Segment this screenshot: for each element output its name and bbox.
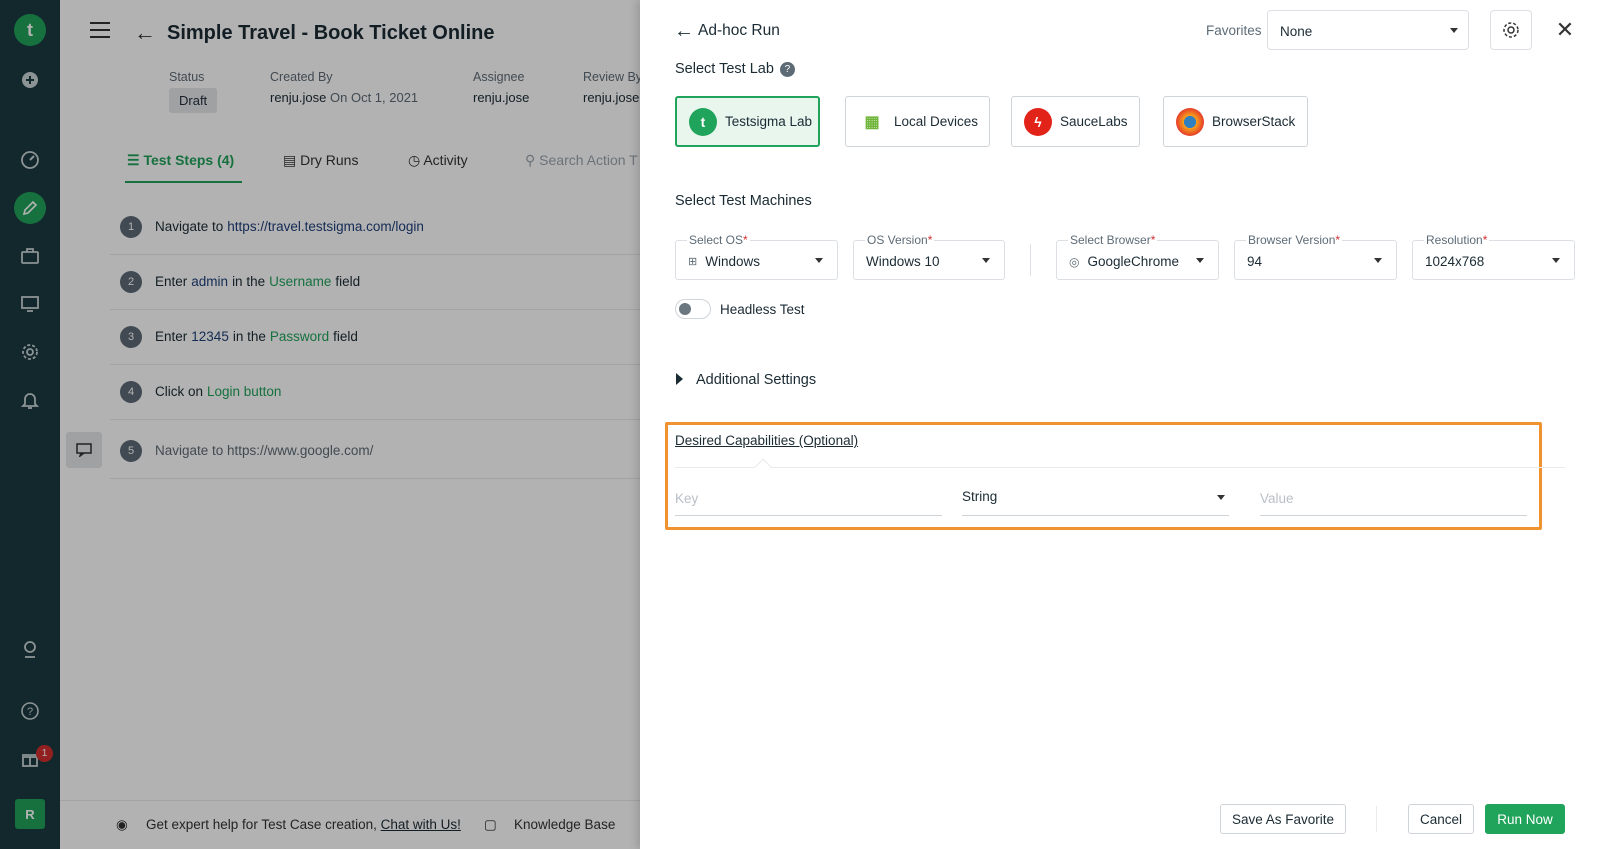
lab-browserstack[interactable]: BrowserStack xyxy=(1163,96,1308,147)
select-os-field[interactable]: Select OS* ⊞ Windows xyxy=(675,233,838,280)
lab-label: Testsigma Lab xyxy=(725,114,813,129)
lab-local-devices[interactable]: ▦ Local Devices xyxy=(845,96,990,147)
field-label: Select Browser* xyxy=(1068,233,1158,247)
lab-label: BrowserStack xyxy=(1212,114,1296,129)
testsigma-lab-icon: t xyxy=(689,107,717,136)
field-value: ⊞ Windows xyxy=(688,254,760,269)
divider xyxy=(1030,244,1031,276)
select-test-machines-title: Select Test Machines xyxy=(675,193,812,209)
capabilities-tab[interactable]: Desired Capabilities (Optional) xyxy=(675,433,858,448)
chevron-down-icon xyxy=(1217,495,1225,500)
field-value: 1024x768 xyxy=(1425,254,1485,269)
chevron-down-icon xyxy=(982,258,990,263)
capability-type-select[interactable]: String xyxy=(962,482,1229,516)
caret-right-icon[interactable] xyxy=(676,373,683,385)
type-value: String xyxy=(962,489,998,504)
divider xyxy=(675,467,1565,468)
browser-version-field[interactable]: Browser Version* 94 xyxy=(1234,233,1397,280)
chevron-down-icon xyxy=(1450,28,1458,33)
gear-icon[interactable] xyxy=(1490,10,1532,50)
lab-label: Local Devices xyxy=(894,114,979,129)
select-test-lab-title: Select Test Lab? xyxy=(675,61,795,77)
key-placeholder: Key xyxy=(675,491,699,506)
favorites-value: None xyxy=(1280,24,1313,39)
field-value: 94 xyxy=(1247,254,1263,269)
field-value: ◎ GoogleChrome xyxy=(1069,254,1180,269)
capability-value-input[interactable]: Value xyxy=(1260,482,1527,516)
local-devices-icon: ▦ xyxy=(858,107,886,136)
lab-saucelabs[interactable]: ϟ SauceLabs xyxy=(1011,96,1140,147)
saucelabs-icon: ϟ xyxy=(1024,107,1052,136)
close-icon[interactable]: ✕ xyxy=(1553,17,1577,42)
chevron-down-icon xyxy=(1552,258,1560,263)
cancel-button[interactable]: Cancel xyxy=(1408,804,1474,834)
os-version-field[interactable]: OS Version* Windows 10 xyxy=(853,233,1005,280)
browserstack-icon xyxy=(1176,107,1204,136)
chevron-down-icon xyxy=(1196,258,1204,263)
capability-key-input[interactable]: Key xyxy=(675,482,942,516)
headless-toggle[interactable] xyxy=(675,299,711,319)
value-placeholder: Value xyxy=(1260,491,1294,506)
lab-testsigma[interactable]: t Testsigma Lab xyxy=(675,96,820,147)
adhoc-run-drawer: ← Ad-hoc Run Favorites None ✕ Select Tes… xyxy=(640,0,1600,849)
back-arrow-icon[interactable]: ← xyxy=(674,20,694,43)
run-now-button[interactable]: Run Now xyxy=(1485,804,1565,834)
field-label: Select OS* xyxy=(687,233,750,247)
chevron-down-icon xyxy=(1374,258,1382,263)
favorites-select[interactable]: None xyxy=(1267,10,1469,50)
field-value: Windows 10 xyxy=(866,254,940,269)
save-as-favorite-button[interactable]: Save As Favorite xyxy=(1220,804,1346,834)
favorites-label: Favorites xyxy=(1206,23,1262,38)
lab-label: SauceLabs xyxy=(1060,114,1128,129)
drawer-title: Ad-hoc Run xyxy=(698,22,780,39)
toggle-knob xyxy=(679,303,691,315)
select-browser-field[interactable]: Select Browser* ◎ GoogleChrome xyxy=(1056,233,1219,280)
headless-label: Headless Test xyxy=(720,302,805,317)
resolution-field[interactable]: Resolution* 1024x768 xyxy=(1412,233,1575,280)
chevron-down-icon xyxy=(815,258,823,263)
windows-icon: ⊞ xyxy=(688,256,698,268)
additional-settings-toggle[interactable]: Additional Settings xyxy=(696,372,816,388)
chrome-icon: ◎ xyxy=(1069,254,1080,269)
divider xyxy=(1376,806,1377,832)
help-icon[interactable]: ? xyxy=(779,61,795,77)
modal-overlay[interactable] xyxy=(0,0,640,849)
field-label: Browser Version* xyxy=(1246,233,1343,247)
field-label: Resolution* xyxy=(1424,233,1490,247)
field-label: OS Version* xyxy=(865,233,935,247)
